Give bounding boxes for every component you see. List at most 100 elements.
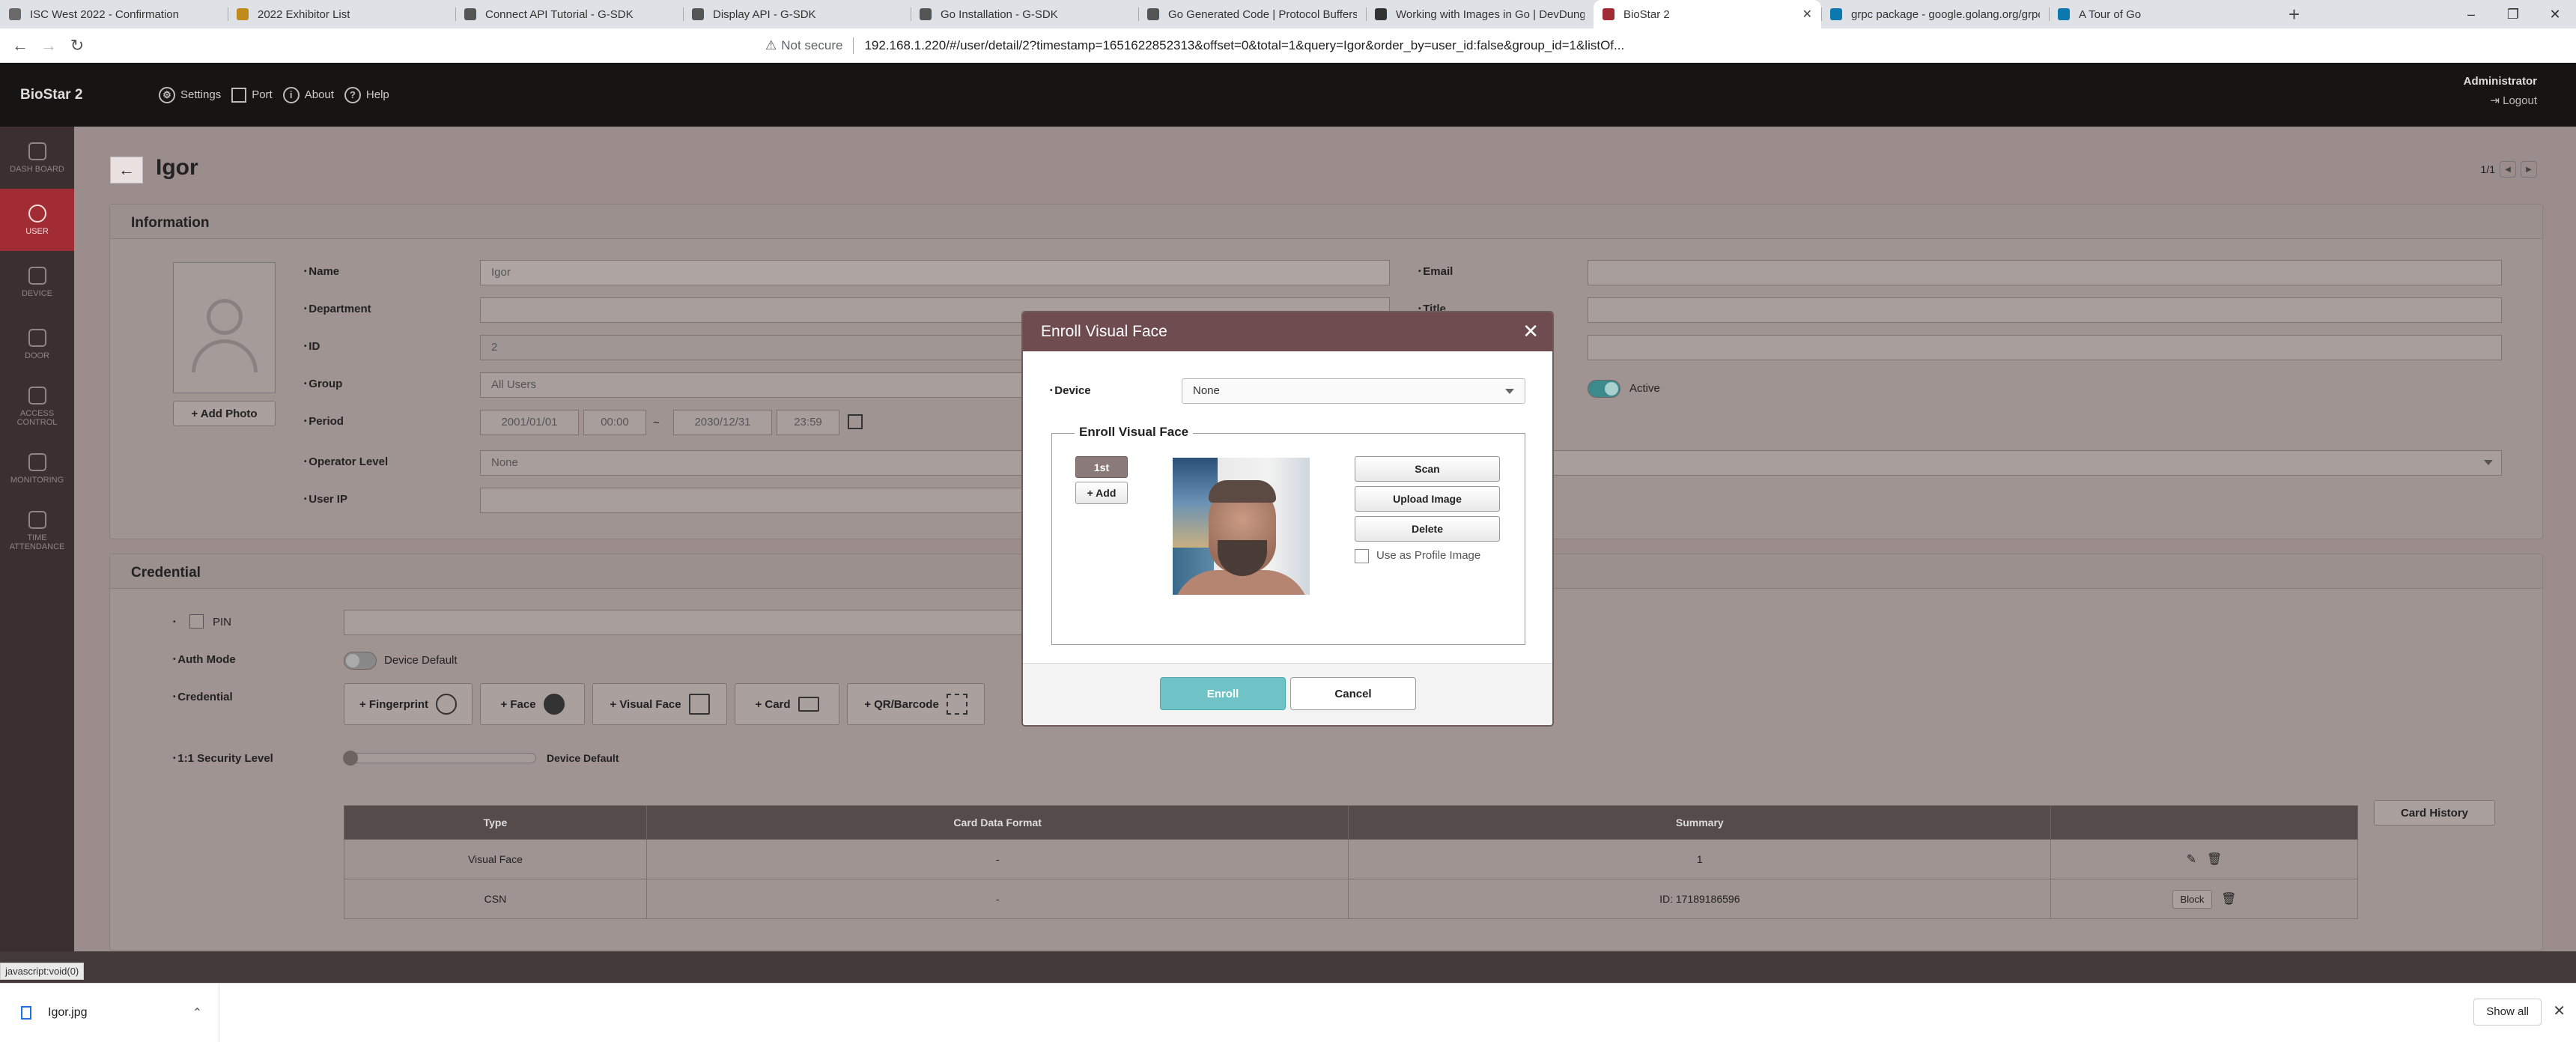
fingerprint-icon (436, 694, 458, 715)
edit-icon[interactable]: ✎ (2187, 853, 2196, 866)
favicon-icon (1830, 8, 1842, 20)
back-arrow-icon[interactable]: ← (6, 36, 34, 55)
favicon-icon (1603, 8, 1614, 20)
prev-page-button[interactable]: ◀ (2500, 161, 2516, 178)
row-summary: 1 (1348, 839, 2052, 879)
logout-link[interactable]: ⇥ Logout (2464, 94, 2537, 107)
auth-mode-label: Auth Mode (173, 653, 235, 666)
browser-tab[interactable]: BioStar 2 ✕ (1594, 0, 1821, 28)
card-history-button[interactable]: Card History (2374, 800, 2495, 826)
browser-tab[interactable]: Go Installation - G-SDK (911, 0, 1138, 28)
period-start-time[interactable]: 00:00 (583, 410, 646, 435)
block-button[interactable]: Block (2172, 889, 2213, 909)
chevron-up-icon[interactable]: ⌃ (192, 1005, 202, 1020)
warning-icon[interactable]: ⚠ (765, 38, 777, 53)
row-actions: ✎ 🗑 (2050, 839, 2358, 879)
settings-link[interactable]: ⚙ Settings (159, 86, 221, 103)
sidebar-item[interactable]: TIME ATTENDANCE (0, 500, 74, 562)
scan-button[interactable]: Scan (1355, 456, 1500, 482)
close-window-button[interactable]: ✕ (2534, 0, 2576, 28)
browser-tab[interactable]: A Tour of Go (2049, 0, 2276, 28)
add-qr-button[interactable]: + QR/Barcode (847, 683, 985, 725)
name-input[interactable]: Igor (480, 260, 1390, 285)
enroll-button[interactable]: Enroll (1160, 677, 1286, 710)
upload-image-button[interactable]: Upload Image (1355, 486, 1500, 512)
reload-icon[interactable]: ↻ (63, 36, 91, 55)
browser-tab[interactable]: Display API - G-SDK (683, 0, 911, 28)
trash-icon[interactable]: 🗑 (2207, 853, 2222, 866)
period-separator: ~ (653, 417, 660, 429)
url-text[interactable]: 192.168.1.220/#/user/detail/2?timestamp=… (864, 38, 1624, 53)
device-select[interactable]: None (1182, 378, 1525, 404)
avatar-body-icon (192, 339, 258, 372)
face-slot-1st[interactable]: 1st (1075, 456, 1128, 478)
top-navigation: BioStar 2 ⚙ Settings Port i About ? Help… (0, 63, 2576, 127)
close-icon[interactable]: ✕ (1522, 320, 1539, 343)
period-end-date[interactable]: 2030/12/31 (673, 410, 772, 435)
omnibox[interactable]: ⚠ Not secure 192.168.1.220/#/user/detail… (765, 34, 1624, 58)
brand-logo[interactable]: BioStar 2 (20, 87, 159, 103)
calendar-icon[interactable] (848, 414, 863, 429)
phone-input[interactable] (1588, 335, 2502, 360)
add-fingerprint-button[interactable]: + Fingerprint (344, 683, 473, 725)
add-photo-button[interactable]: + Add Photo (173, 401, 276, 426)
id-label: ID (304, 340, 320, 353)
biostar-app: BioStar 2 ⚙ Settings Port i About ? Help… (0, 63, 2576, 951)
sidebar-item[interactable]: DASH BOARD (0, 127, 74, 189)
favicon-icon (9, 8, 21, 20)
period-start-date[interactable]: 2001/01/01 (480, 410, 579, 435)
port-label: Port (252, 88, 273, 101)
next-page-button[interactable]: ▶ (2521, 161, 2537, 178)
email-input[interactable] (1588, 260, 2502, 285)
add-face-button[interactable]: + Face (480, 683, 585, 725)
pin-input[interactable] (344, 610, 1093, 635)
use-profile-checkbox[interactable] (1355, 549, 1369, 563)
add-card-button[interactable]: + Card (735, 683, 839, 725)
sidebar-item[interactable]: USER (0, 189, 74, 251)
minimize-button[interactable]: – (2450, 0, 2492, 28)
qr-icon (946, 694, 967, 715)
close-icon[interactable]: ✕ (2553, 1002, 2566, 1020)
file-icon (21, 1006, 31, 1020)
dialog-footer: Enroll Cancel (1023, 663, 1552, 725)
auth-mode-toggle[interactable] (344, 652, 377, 670)
sidebar-item[interactable]: DEVICE (0, 251, 74, 313)
pin-bullet (173, 616, 176, 628)
network-icon (231, 87, 247, 103)
pager-count: 1/1 (2480, 163, 2495, 175)
back-button[interactable]: ← (110, 157, 143, 184)
trash-icon[interactable]: 🗑 (2221, 893, 2236, 906)
add-visual-face-button[interactable]: + Visual Face (592, 683, 727, 725)
admin-name: Administrator (2463, 75, 2537, 88)
browser-tab[interactable]: 2022 Exhibitor List (228, 0, 455, 28)
browser-tab[interactable]: ISC West 2022 - Confirmation (0, 0, 228, 28)
about-link[interactable]: i About (282, 86, 334, 103)
browser-tab[interactable]: Go Generated Code | Protocol Buffers (1138, 0, 1366, 28)
period-end-time[interactable]: 23:59 (777, 410, 839, 435)
sidebar-item[interactable]: ACCESS CONTROL (0, 375, 74, 437)
close-tab-icon[interactable]: ✕ (1802, 7, 1812, 22)
cancel-button[interactable]: Cancel (1290, 677, 1416, 710)
sidebar-item-label: DOOR (25, 351, 49, 360)
show-all-button[interactable]: Show all (2473, 999, 2542, 1026)
help-link[interactable]: ? Help (344, 86, 389, 103)
sidebar-item[interactable]: DOOR (0, 313, 74, 375)
browser-tab[interactable]: grpc package - google.golang.org/grpc (1821, 0, 2049, 28)
download-item[interactable]: Igor.jpg ⌃ (0, 984, 219, 1042)
security-level-slider[interactable] (343, 751, 536, 766)
sidebar-item-label: ACCESS CONTROL (16, 408, 58, 427)
forward-arrow-icon[interactable]: → (34, 36, 63, 55)
delete-button[interactable]: Delete (1355, 516, 1500, 542)
add-slot-button[interactable]: + Add (1075, 482, 1128, 504)
credential-table: Type Card Data Format Summary Visual Fac… (344, 805, 2358, 919)
browser-tab[interactable]: Working with Images in Go | DevDungeon (1366, 0, 1594, 28)
status-toggle[interactable] (1588, 380, 1620, 398)
sidebar-item[interactable]: MONITORING (0, 437, 74, 500)
port-link[interactable]: Port (231, 87, 273, 103)
title-input[interactable] (1588, 297, 2502, 323)
new-tab-button[interactable]: + (2288, 3, 2300, 26)
pin-checkbox[interactable] (189, 614, 204, 628)
restore-button[interactable]: ❐ (2492, 0, 2534, 28)
browser-tab[interactable]: Connect API Tutorial - G-SDK (455, 0, 683, 28)
omnibox-divider (853, 37, 854, 54)
